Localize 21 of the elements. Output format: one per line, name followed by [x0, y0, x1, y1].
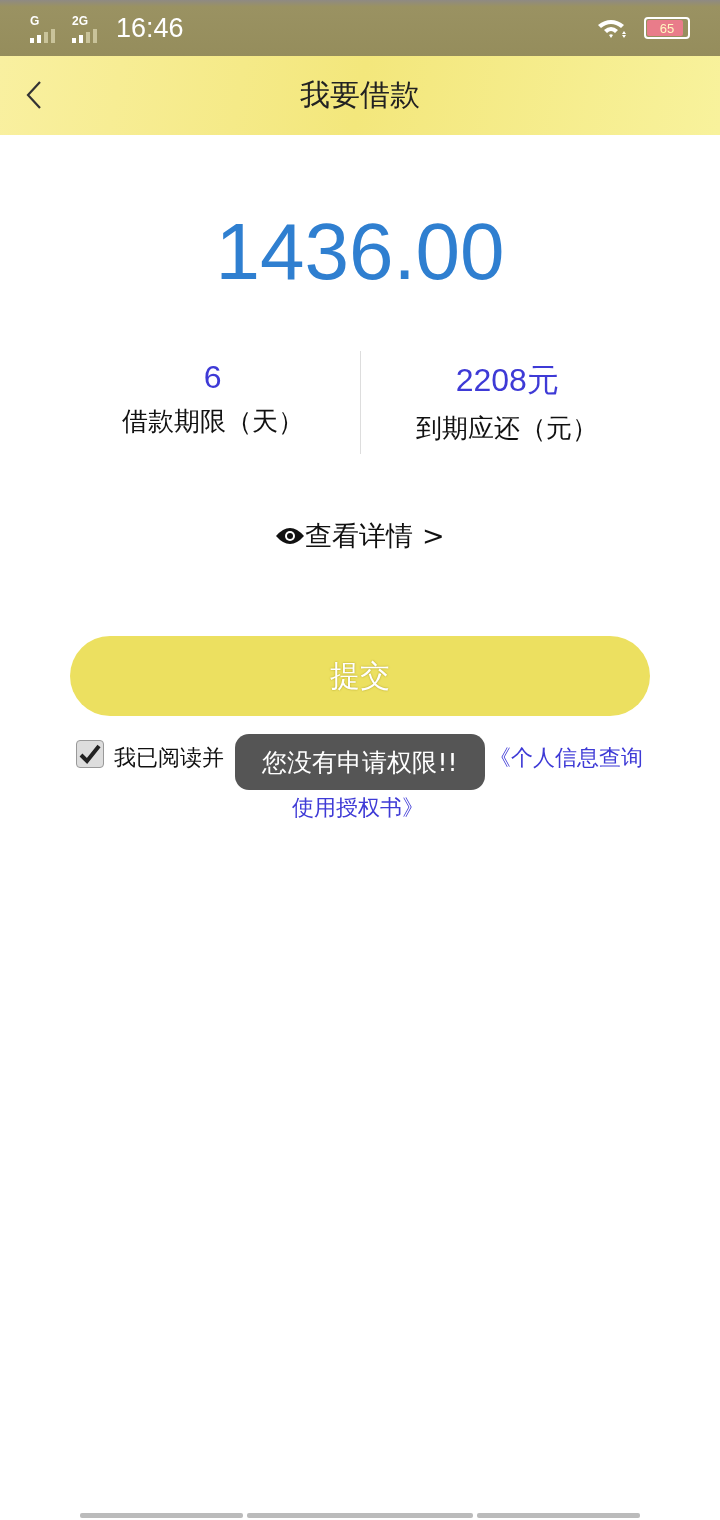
- stat-value: 6: [203, 359, 222, 396]
- loan-amount: 1436.00: [215, 207, 505, 297]
- signal-icon: [72, 29, 98, 43]
- signal-icon: [30, 29, 56, 43]
- details-link[interactable]: 查看详情 >: [275, 518, 445, 554]
- stat-label: 到期应还（元）: [416, 412, 599, 445]
- agreement-text: 我已阅读并: [114, 744, 224, 772]
- stat-label: 借款期限（天）: [121, 405, 304, 438]
- wifi-icon: [596, 17, 628, 39]
- page-title: 我要借款: [300, 76, 420, 114]
- signal-label: 2G: [72, 15, 88, 27]
- agreement-checkbox[interactable]: [76, 740, 104, 768]
- agreement-link[interactable]: 《个人信息查询: [489, 738, 643, 778]
- eye-icon: [275, 526, 306, 546]
- battery-icon: 65: [644, 17, 690, 39]
- status-time: 16:46: [116, 12, 184, 44]
- permission-toast: 您没有申请权限!!: [235, 734, 485, 790]
- back-icon[interactable]: [26, 81, 42, 109]
- agreement-link[interactable]: 使用授权书》: [292, 795, 424, 820]
- stat-value: 2208元: [455, 361, 559, 400]
- signal-label: G: [30, 15, 40, 27]
